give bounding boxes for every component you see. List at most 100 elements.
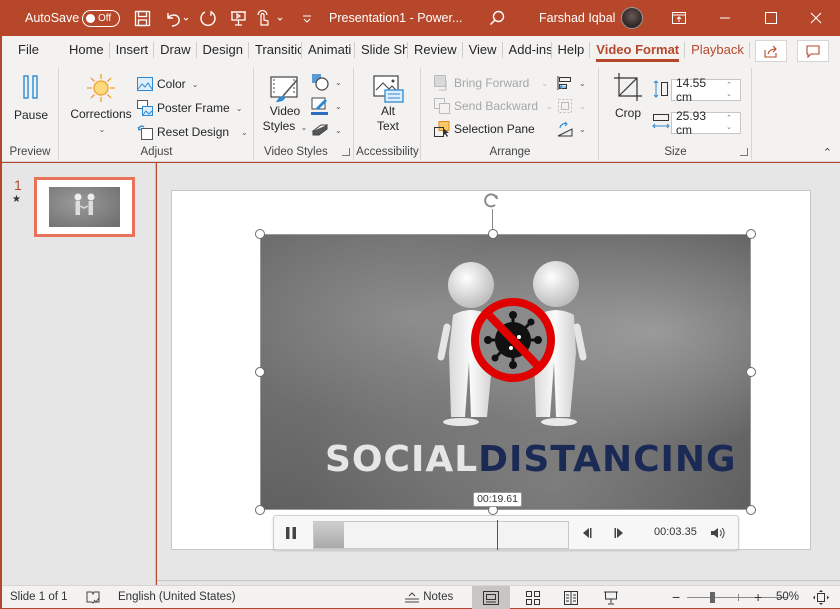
resize-handle-left[interactable]: [255, 367, 265, 377]
save-icon[interactable]: [134, 0, 151, 36]
video-effects-icon: [311, 124, 329, 136]
minimize-icon[interactable]: [719, 0, 731, 36]
title-bar: AutoSave Off Presentation1 - Power... Fa…: [1, 0, 840, 36]
crop-icon: [614, 73, 642, 101]
crop-button[interactable]: Crop: [608, 72, 648, 121]
tab-video-format[interactable]: Video Format: [590, 36, 685, 64]
thumbnail-video-preview: [49, 187, 120, 227]
redo-icon[interactable]: [200, 0, 217, 36]
height-icon: [653, 80, 668, 98]
bring-forward-button[interactable]: Bring Forward ⌄: [434, 73, 548, 93]
align-button[interactable]: ⌄: [557, 73, 586, 93]
poster-frame-button[interactable]: Poster Frame ⌄: [137, 98, 242, 118]
tab-help[interactable]: Help: [552, 36, 591, 64]
autosave-toggle[interactable]: Off: [82, 0, 120, 36]
slide-show-button[interactable]: [592, 586, 630, 609]
height-spinner[interactable]: ⌃ ⌄: [722, 80, 736, 100]
group-objects-button[interactable]: ⌄: [557, 96, 586, 116]
send-backward-label: Send Backward: [454, 99, 539, 113]
tab-insert[interactable]: Insert: [110, 36, 155, 64]
resize-handle-top-left[interactable]: [255, 229, 265, 239]
video-effects-button[interactable]: ⌄: [311, 120, 342, 140]
slide-sorter-view-button[interactable]: [514, 586, 552, 609]
seek-time-tooltip: 00:19.61: [473, 492, 522, 507]
search-icon[interactable]: [489, 0, 505, 36]
zoom-slider[interactable]: [687, 592, 788, 603]
alt-text-icon: [373, 75, 404, 103]
tab-view[interactable]: View: [463, 36, 503, 64]
close-icon[interactable]: [810, 0, 822, 36]
align-icon: [557, 76, 571, 90]
video-border-button[interactable]: ⌄: [311, 96, 342, 116]
seek-bar[interactable]: [313, 520, 569, 550]
step-back-icon[interactable]: [581, 527, 593, 539]
height-input[interactable]: 14.55 cm ⌃ ⌄: [671, 76, 741, 104]
touch-mode-icon[interactable]: [256, 0, 288, 36]
resize-handle-top-right[interactable]: [746, 229, 756, 239]
present-from-beginning-icon[interactable]: [230, 0, 247, 36]
tab-playback[interactable]: Playback: [685, 36, 750, 64]
comments-button[interactable]: [797, 40, 829, 62]
customize-qat-icon[interactable]: [302, 0, 312, 36]
slide-canvas[interactable]: SOCIALDISTANCING 00:19.61 00:03.35: [171, 190, 811, 550]
tab-slide-show[interactable]: Slide Sh: [355, 36, 408, 64]
pause-button[interactable]: Pause: [12, 74, 50, 123]
share-button[interactable]: [755, 40, 787, 62]
slide-editing-area: SOCIALDISTANCING 00:19.61 00:03.35: [157, 163, 840, 585]
maximize-icon[interactable]: [765, 0, 777, 36]
send-backward-button[interactable]: Send Backward ⌄: [434, 96, 553, 116]
color-button[interactable]: Color ⌄: [137, 74, 198, 94]
group-label-video-styles: Video Styles: [264, 146, 328, 158]
tab-draw[interactable]: Draw: [154, 36, 197, 64]
group-size: Crop 14.55 cm ⌃ ⌄ 25.93 cm ⌃ ⌄ Size: [600, 68, 752, 160]
corrections-button[interactable]: Corrections ⌄: [66, 72, 136, 137]
reading-view-button[interactable]: [552, 586, 590, 609]
bring-forward-label: Bring Forward: [454, 76, 530, 90]
notes-button[interactable]: Notes: [404, 586, 453, 609]
pause-icon[interactable]: [285, 526, 297, 540]
user-name[interactable]: Farshad Iqbal: [539, 0, 615, 36]
tab-add-ins[interactable]: Add-ins: [503, 36, 552, 64]
tab-file[interactable]: File: [12, 36, 45, 64]
alt-text-button[interactable]: Alt Text: [365, 74, 411, 134]
selection-pane-button[interactable]: Selection Pane: [434, 119, 535, 139]
rotate-button[interactable]: ⌄: [557, 119, 586, 139]
resize-handle-right[interactable]: [746, 367, 756, 377]
rotate-handle-icon[interactable]: [482, 191, 502, 211]
ribbon-display-options-icon[interactable]: [672, 0, 686, 36]
avatar[interactable]: [621, 0, 643, 36]
tab-transitions[interactable]: Transitio: [249, 36, 302, 64]
group-accessibility: Alt Text Accessibility: [355, 68, 421, 160]
zoom-slider-thumb[interactable]: [710, 592, 716, 603]
volume-icon[interactable]: [710, 526, 726, 540]
zoom-level[interactable]: 50%: [776, 586, 799, 609]
step-forward-icon[interactable]: [613, 527, 625, 539]
tab-animations[interactable]: Animati: [302, 36, 355, 64]
accessibility-checker-icon[interactable]: [86, 591, 100, 604]
undo-icon[interactable]: [164, 0, 190, 36]
zoom-out-button[interactable]: −: [672, 586, 680, 609]
reset-design-button[interactable]: Reset Design ⌄: [137, 122, 248, 142]
size-dialog-launcher[interactable]: [740, 148, 748, 156]
status-bar: Slide 1 of 1 English (United States) Not…: [2, 585, 840, 609]
slide-thumbnail[interactable]: [34, 177, 135, 237]
video-frame[interactable]: SOCIALDISTANCING: [260, 234, 751, 510]
width-input[interactable]: 25.93 cm ⌃ ⌄: [671, 109, 741, 137]
video-styles-button[interactable]: Video Styles ⌄: [261, 74, 309, 135]
resize-handle-bottom-right[interactable]: [746, 505, 756, 515]
resize-handle-top[interactable]: [488, 229, 498, 239]
video-shape-button[interactable]: ⌄: [311, 72, 342, 92]
tab-home[interactable]: Home: [63, 36, 110, 64]
tab-design[interactable]: Design: [197, 36, 249, 64]
fit-to-window-icon[interactable]: [813, 590, 829, 605]
width-spinner[interactable]: ⌃ ⌄: [722, 113, 736, 133]
resize-handle-bottom-left[interactable]: [255, 505, 265, 515]
zoom-in-button[interactable]: +: [754, 586, 762, 609]
language[interactable]: English (United States): [118, 586, 236, 609]
crop-label: Crop: [614, 106, 641, 120]
tab-review[interactable]: Review: [408, 36, 463, 64]
collapse-ribbon-icon[interactable]: ⌃: [823, 146, 832, 159]
video-title-text: SOCIALDISTANCING: [325, 439, 737, 480]
normal-view-button[interactable]: [472, 586, 510, 609]
video-styles-dialog-launcher[interactable]: [342, 148, 350, 156]
